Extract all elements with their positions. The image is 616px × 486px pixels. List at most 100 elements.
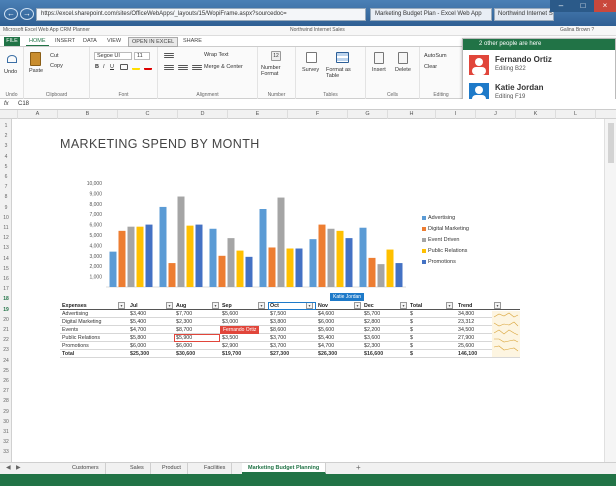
browser-tab-other[interactable]: Northwind Internet Sales xyxy=(494,8,554,21)
column-header[interactable]: B xyxy=(58,110,118,119)
tab-home[interactable]: HOME xyxy=(26,37,49,46)
filter-dropdown-icon[interactable]: ▾ xyxy=(446,302,453,309)
table-cell[interactable]: $3,700 xyxy=(270,334,286,342)
row-header[interactable]: 17 xyxy=(0,286,12,292)
table-cell[interactable]: $6,000 xyxy=(176,342,192,350)
table-cell[interactable]: $5,400 xyxy=(130,318,146,326)
table-cell[interactable]: $16,600 xyxy=(364,350,383,358)
table-cell[interactable]: $26,300 xyxy=(318,350,337,358)
tab-data[interactable]: DATA xyxy=(80,37,100,45)
clear-button[interactable]: Clear xyxy=(424,64,437,70)
wrap-text-button[interactable]: Wrap Text xyxy=(204,52,229,58)
table-cell[interactable]: $3,800 xyxy=(270,318,286,326)
column-header[interactable]: L xyxy=(556,110,596,119)
table-cell[interactable]: $6,000 xyxy=(130,342,146,350)
table-cell[interactable]: $2,200 xyxy=(364,326,380,334)
table-cell[interactable]: $ xyxy=(410,334,413,342)
table-cell[interactable]: $5,600 xyxy=(222,310,238,318)
font-size-select[interactable]: 11 xyxy=(134,52,150,60)
name-box[interactable]: C18 xyxy=(18,99,29,110)
row-header[interactable]: 16 xyxy=(0,276,12,282)
row-header[interactable]: 30 xyxy=(0,419,12,425)
address-bar[interactable]: https://excel.sharepoint.com/sites/Offic… xyxy=(36,8,366,21)
format-table-icon[interactable] xyxy=(336,52,349,63)
maximize-icon[interactable]: □ xyxy=(572,0,594,12)
column-header-cell[interactable]: Jul xyxy=(130,302,138,310)
row-header[interactable]: 14 xyxy=(0,256,12,262)
column-header-cell[interactable]: Nov xyxy=(318,302,328,310)
row-header[interactable]: 26 xyxy=(0,378,12,384)
table-cell[interactable]: $2,300 xyxy=(364,342,380,350)
table-cell[interactable]: Public Relations xyxy=(62,334,100,342)
row-header[interactable]: 33 xyxy=(0,449,12,455)
table-cell[interactable]: $6,000 xyxy=(318,318,334,326)
row-header[interactable]: 12 xyxy=(0,235,12,241)
table-cell[interactable]: 34,500 xyxy=(458,326,474,334)
row-header[interactable]: 25 xyxy=(0,368,12,374)
file-tab[interactable]: FILE xyxy=(4,37,20,46)
user-name[interactable]: Galina Brown ? xyxy=(560,27,594,33)
column-header-cell[interactable]: Expenses xyxy=(62,302,87,310)
sheet-tab-customers[interactable]: Customers xyxy=(66,463,106,474)
table-cell[interactable]: Promotions xyxy=(62,342,89,350)
close-icon[interactable]: × xyxy=(594,0,616,12)
table-cell[interactable]: $5,700 xyxy=(364,310,380,318)
column-header-cell[interactable]: Total xyxy=(410,302,422,310)
table-cell[interactable]: $4,600 xyxy=(318,310,334,318)
table-cell[interactable]: $8,700 xyxy=(176,326,192,334)
table-cell[interactable]: $5,400 xyxy=(318,334,334,342)
column-header[interactable]: E xyxy=(228,110,288,119)
table-cell[interactable]: $3,000 xyxy=(222,318,238,326)
font-color-icon[interactable] xyxy=(144,64,152,70)
filter-dropdown-icon[interactable]: ▾ xyxy=(400,302,407,309)
column-header-cell[interactable]: Trend xyxy=(458,302,472,310)
row-header[interactable]: 24 xyxy=(0,358,12,364)
scroll-thumb[interactable] xyxy=(608,123,614,163)
vertical-scrollbar[interactable] xyxy=(604,119,616,462)
fill-color-icon[interactable] xyxy=(132,64,140,70)
row-header[interactable]: 10 xyxy=(0,215,12,221)
row-header[interactable]: 22 xyxy=(0,337,12,343)
cut-button[interactable]: Cut xyxy=(50,53,59,59)
filter-dropdown-icon[interactable]: ▾ xyxy=(118,302,125,309)
table-cell[interactable]: $ xyxy=(410,310,413,318)
delete-cells-icon[interactable] xyxy=(398,52,408,64)
minimize-icon[interactable]: – xyxy=(550,0,572,12)
table-cell[interactable]: 23,312 xyxy=(458,318,474,326)
fx-icon[interactable]: fx xyxy=(4,99,9,110)
column-header[interactable]: H xyxy=(388,110,436,119)
column-header[interactable]: J xyxy=(476,110,516,119)
tab-view[interactable]: VIEW xyxy=(104,37,124,45)
row-header[interactable]: 15 xyxy=(0,266,12,272)
filter-dropdown-icon[interactable]: ▾ xyxy=(212,302,219,309)
table-cell[interactable]: $3,500 xyxy=(222,334,238,342)
row-header[interactable]: 32 xyxy=(0,439,12,445)
table-cell[interactable]: 34,800 xyxy=(458,310,474,318)
table-cell[interactable]: $3,600 xyxy=(364,334,380,342)
row-header[interactable]: 4 xyxy=(0,154,12,160)
table-cell[interactable]: 25,600 xyxy=(458,342,474,350)
autosum-button[interactable]: AutoSum xyxy=(424,53,447,59)
align-right-icon[interactable] xyxy=(192,65,202,66)
row-header[interactable]: 13 xyxy=(0,245,12,251)
table-cell[interactable]: 27,900 xyxy=(458,334,474,342)
table-cell[interactable]: $2,800 xyxy=(364,318,380,326)
row-header[interactable]: 19 xyxy=(0,307,12,313)
collaborators-header[interactable]: 2 other people are here xyxy=(463,39,615,50)
table-cell[interactable]: Total xyxy=(62,350,74,358)
table-cell[interactable]: $27,300 xyxy=(270,350,289,358)
merge-center-button[interactable]: Merge & Center xyxy=(204,64,243,70)
row-header[interactable]: 20 xyxy=(0,317,12,323)
sheet-tab-product[interactable]: Product xyxy=(156,463,188,474)
next-sheet-icon[interactable]: ▶ xyxy=(16,464,21,471)
row-header[interactable]: 3 xyxy=(0,143,12,149)
column-header[interactable]: C xyxy=(118,110,178,119)
row-header[interactable]: 18 xyxy=(0,296,12,302)
table-cell[interactable]: Advertising xyxy=(62,310,88,318)
undo-icon[interactable] xyxy=(7,55,17,63)
column-header[interactable]: D xyxy=(178,110,228,119)
column-header-cell[interactable]: Dec xyxy=(364,302,374,310)
tab-share[interactable]: SHARE xyxy=(180,37,205,45)
back-arrow-icon[interactable]: ← xyxy=(4,8,18,20)
row-header[interactable]: 29 xyxy=(0,409,12,415)
